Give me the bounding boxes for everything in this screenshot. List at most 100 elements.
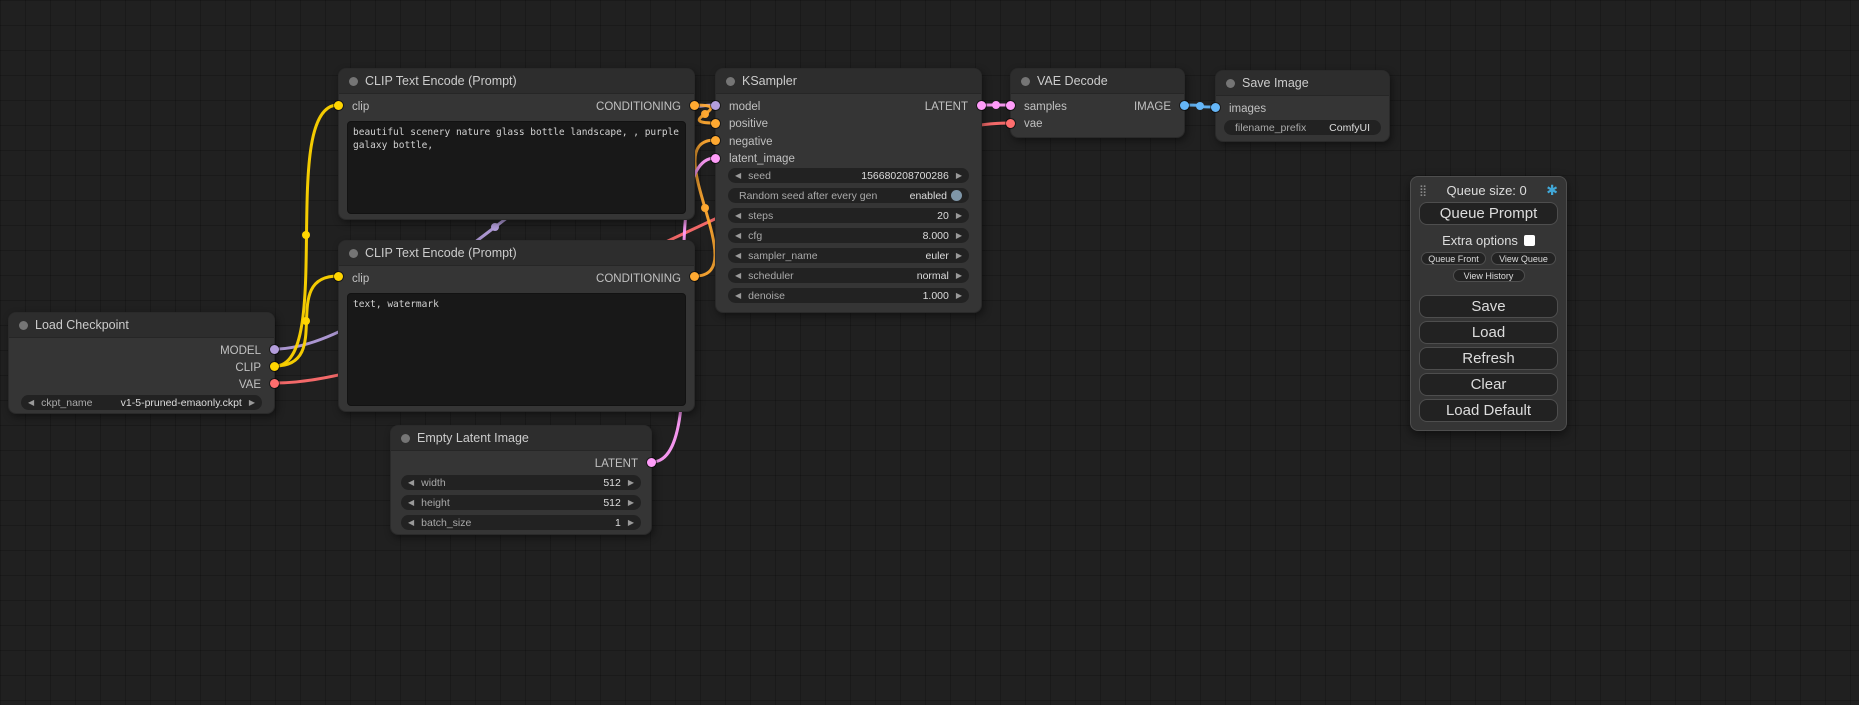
increment-arrow-icon[interactable]: ▶	[956, 228, 962, 243]
output-port-conditioning[interactable]	[690, 101, 699, 110]
collapse-dot[interactable]	[349, 249, 358, 258]
widget-batch-size[interactable]: ◀ batch_size 1 ▶	[401, 515, 641, 530]
collapse-dot[interactable]	[401, 434, 410, 443]
node-title: KSampler	[742, 74, 797, 88]
toggle-indicator[interactable]	[951, 190, 962, 201]
drag-handle-icon[interactable]: ⣿	[1419, 184, 1427, 197]
output-port-latent[interactable]	[647, 458, 656, 467]
node-title: VAE Decode	[1037, 74, 1108, 88]
widget-value: 156680208700286	[771, 170, 949, 182]
widget-width[interactable]: ◀ width 512 ▶	[401, 475, 641, 490]
decrement-arrow-icon[interactable]: ◀	[28, 395, 34, 410]
increment-arrow-icon[interactable]: ▶	[956, 168, 962, 183]
input-port-vae[interactable]	[1006, 119, 1015, 128]
node-title-bar[interactable]: Empty Latent Image	[391, 426, 651, 451]
output-port-conditioning[interactable]	[690, 272, 699, 281]
decrement-arrow-icon[interactable]: ◀	[735, 228, 741, 243]
widget-seed[interactable]: ◀ seed 156680208700286 ▶	[728, 168, 969, 183]
load-button[interactable]: Load	[1419, 321, 1558, 344]
widget-scheduler[interactable]: ◀ scheduler normal ▶	[728, 268, 969, 283]
input-label-negative: negative	[729, 136, 772, 148]
queue-prompt-button[interactable]: Queue Prompt	[1419, 202, 1558, 225]
load-default-button[interactable]: Load Default	[1419, 399, 1558, 422]
collapse-dot[interactable]	[349, 77, 358, 86]
save-button[interactable]: Save	[1419, 295, 1558, 318]
collapse-dot[interactable]	[726, 77, 735, 86]
node-title-bar[interactable]: Save Image	[1216, 71, 1389, 96]
output-label-conditioning: CONDITIONING	[596, 101, 681, 113]
decrement-arrow-icon[interactable]: ◀	[735, 168, 741, 183]
input-port-latent-image[interactable]	[711, 154, 720, 163]
input-port-clip[interactable]	[334, 272, 343, 281]
widget-sampler-name[interactable]: ◀ sampler_name euler ▶	[728, 248, 969, 263]
node-save-image[interactable]: Save Image images filename_prefix ComfyU…	[1215, 70, 1390, 142]
input-port-samples[interactable]	[1006, 101, 1015, 110]
comfy-menu-panel[interactable]: ⣿ Queue size: 0 ✱ Queue Prompt Extra opt…	[1410, 176, 1567, 431]
node-title-bar[interactable]: VAE Decode	[1011, 69, 1184, 94]
output-port-latent[interactable]	[977, 101, 986, 110]
decrement-arrow-icon[interactable]: ◀	[735, 248, 741, 263]
increment-arrow-icon[interactable]: ▶	[249, 395, 255, 410]
decrement-arrow-icon[interactable]: ◀	[735, 288, 741, 303]
widget-value: v1-5-pruned-emaonly.ckpt	[93, 397, 242, 409]
node-title-bar[interactable]: CLIP Text Encode (Prompt)	[339, 241, 694, 266]
widget-value: 1.000	[785, 290, 949, 302]
increment-arrow-icon[interactable]: ▶	[956, 268, 962, 283]
node-vae-decode[interactable]: VAE Decode samples IMAGE vae	[1010, 68, 1185, 138]
prompt-textarea[interactable]: text, watermark	[347, 293, 686, 406]
output-port-clip[interactable]	[270, 362, 279, 371]
input-port-clip[interactable]	[334, 101, 343, 110]
node-title-bar[interactable]: Load Checkpoint	[9, 313, 274, 338]
widget-steps[interactable]: ◀ steps 20 ▶	[728, 208, 969, 223]
node-ksampler[interactable]: KSampler model LATENT positive negative …	[715, 68, 982, 313]
increment-arrow-icon[interactable]: ▶	[956, 208, 962, 223]
output-port-model[interactable]	[270, 345, 279, 354]
decrement-arrow-icon[interactable]: ◀	[408, 475, 414, 490]
increment-arrow-icon[interactable]: ▶	[628, 475, 634, 490]
output-label-vae: VAE	[239, 379, 261, 391]
widget-filename-prefix[interactable]: filename_prefix ComfyUI	[1224, 120, 1381, 135]
input-port-negative[interactable]	[711, 136, 720, 145]
node-load-checkpoint[interactable]: Load Checkpoint MODEL CLIP VAE ◀ ckpt_na…	[8, 312, 275, 414]
increment-arrow-icon[interactable]: ▶	[628, 495, 634, 510]
prompt-textarea[interactable]: beautiful scenery nature glass bottle la…	[347, 121, 686, 214]
view-history-button[interactable]: View History	[1453, 269, 1525, 282]
collapse-dot[interactable]	[1021, 77, 1030, 86]
collapse-dot[interactable]	[19, 321, 28, 330]
widget-random-seed-toggle[interactable]: Random seed after every gen enabled	[728, 188, 969, 203]
refresh-button[interactable]: Refresh	[1419, 347, 1558, 370]
node-clip-text-encode-negative[interactable]: CLIP Text Encode (Prompt) clip CONDITION…	[338, 240, 695, 412]
increment-arrow-icon[interactable]: ▶	[956, 288, 962, 303]
increment-arrow-icon[interactable]: ▶	[628, 515, 634, 530]
widget-cfg[interactable]: ◀ cfg 8.000 ▶	[728, 228, 969, 243]
output-port-vae[interactable]	[270, 379, 279, 388]
input-label-model: model	[729, 101, 760, 113]
decrement-arrow-icon[interactable]: ◀	[735, 268, 741, 283]
widget-ckpt-name[interactable]: ◀ ckpt_name v1-5-pruned-emaonly.ckpt ▶	[21, 395, 262, 410]
widget-height[interactable]: ◀ height 512 ▶	[401, 495, 641, 510]
extra-options-label: Extra options	[1442, 233, 1518, 248]
increment-arrow-icon[interactable]: ▶	[956, 248, 962, 263]
input-port-images[interactable]	[1211, 103, 1220, 112]
clear-button[interactable]: Clear	[1419, 373, 1558, 396]
decrement-arrow-icon[interactable]: ◀	[408, 515, 414, 530]
input-label-clip: clip	[352, 273, 369, 285]
decrement-arrow-icon[interactable]: ◀	[408, 495, 414, 510]
node-graph-canvas[interactable]: Load Checkpoint MODEL CLIP VAE ◀ ckpt_na…	[0, 0, 1859, 705]
widget-label: batch_size	[421, 517, 471, 529]
wire-midpoint-dot	[992, 101, 1000, 109]
node-empty-latent-image[interactable]: Empty Latent Image LATENT ◀ width 512 ▶ …	[390, 425, 652, 535]
output-port-image[interactable]	[1180, 101, 1189, 110]
node-clip-text-encode-positive[interactable]: CLIP Text Encode (Prompt) clip CONDITION…	[338, 68, 695, 220]
view-queue-button[interactable]: View Queue	[1491, 252, 1556, 265]
extra-options-checkbox[interactable]	[1524, 235, 1535, 246]
input-port-model[interactable]	[711, 101, 720, 110]
input-port-positive[interactable]	[711, 119, 720, 128]
widget-denoise[interactable]: ◀ denoise 1.000 ▶	[728, 288, 969, 303]
node-title-bar[interactable]: CLIP Text Encode (Prompt)	[339, 69, 694, 94]
decrement-arrow-icon[interactable]: ◀	[735, 208, 741, 223]
node-title-bar[interactable]: KSampler	[716, 69, 981, 94]
collapse-dot[interactable]	[1226, 79, 1235, 88]
queue-front-button[interactable]: Queue Front	[1421, 252, 1486, 265]
settings-gear-icon[interactable]: ✱	[1546, 182, 1558, 199]
